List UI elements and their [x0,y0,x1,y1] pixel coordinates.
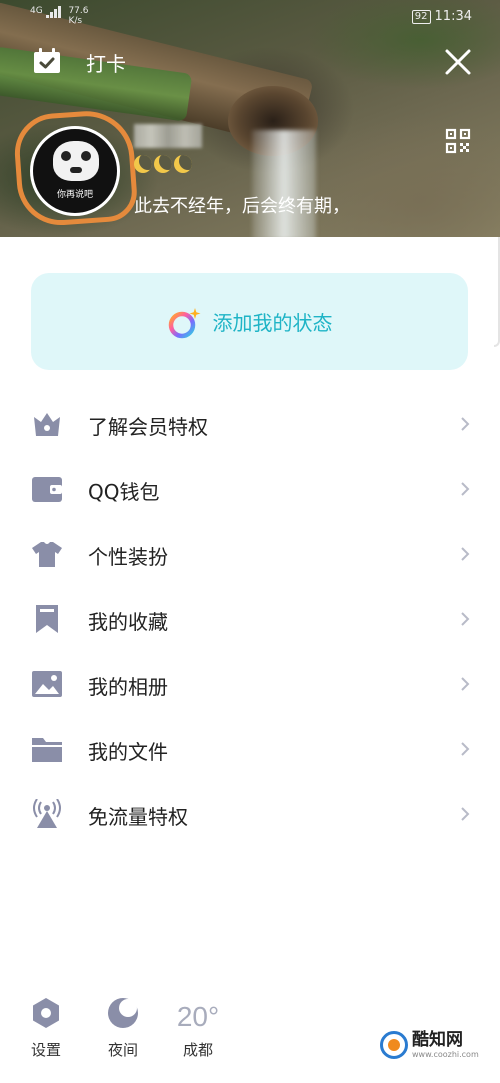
menu-item-favorites[interactable]: 我的收藏 [0,587,500,652]
menu-item-label: 我的收藏 [88,610,168,634]
settings-label: 设置 [30,1041,61,1059]
menu-item-label: QQ钱包 [88,480,160,504]
settings-hexagon-icon [33,998,59,1028]
watermark-text: 酷知网 www.coozhi.com [412,1030,479,1060]
watermark-name: 酷知网 [412,1030,463,1050]
status-network: 4G 77.6 K/s [30,6,89,26]
crown-icon [34,413,60,436]
chevron-right-icon [461,807,470,821]
profile-header: 4G 77.6 K/s 92 11:34 打卡 你再说吧 此去不经年，后会终有期… [0,0,500,237]
folder-icon [32,738,62,762]
calendar-check-icon[interactable] [33,48,61,74]
night-mode-label: 夜间 [107,1041,138,1059]
bookmark-icon [36,605,58,633]
chevron-right-icon [461,677,470,691]
menu-item-label: 了解会员特权 [88,415,208,439]
moon-icon [108,998,138,1028]
add-status-label: 添加我的状态 [212,311,333,335]
status-time: 11:34 [434,9,472,24]
chevron-right-icon [461,417,470,431]
level-moons[interactable] [134,155,192,173]
watermark-url: www.coozhi.com [412,1050,479,1059]
menu-item-label: 我的相册 [88,675,168,699]
meme-face-icon [53,141,99,181]
menu-item-vip[interactable]: 了解会员特权 [0,392,500,457]
battery-icon: 92 [411,9,431,24]
background-waterfall [252,130,316,237]
network-speed: 77.6 [68,6,89,16]
weather-city: 成都 [182,1041,213,1059]
wallet-icon [32,477,62,502]
network-type: 4G [30,6,43,16]
night-mode-button[interactable]: 夜间 [93,995,153,1060]
signal-icon [45,6,64,18]
chevron-right-icon [461,742,470,756]
menu-item-label: 个性装扮 [88,545,168,569]
chevron-right-icon [461,612,470,626]
status-bar: 4G 77.6 K/s 92 11:34 [0,0,500,34]
drawer-edge [494,237,500,347]
status-right: 92 11:34 [411,9,472,24]
nickname-blurred [134,124,202,148]
settings-button[interactable]: 设置 [16,995,76,1060]
moon-icon [174,155,192,173]
tshirt-icon [32,542,62,567]
add-status-button[interactable]: 添加我的状态 [31,273,468,370]
moon-icon [134,155,152,173]
weather-temperature: 20° [176,1001,220,1032]
menu-item-dressup[interactable]: 个性装扮 [0,522,500,587]
battery-level: 92 [414,10,428,22]
weather-button[interactable]: 20° 成都 [168,995,228,1060]
coozhi-logo-icon [380,1031,408,1059]
close-icon[interactable] [444,48,472,76]
avatar-caption: 你再说吧 [56,190,93,200]
qr-code-icon[interactable] [445,128,471,154]
photo-icon [32,671,62,697]
signature-text[interactable]: 此去不经年，后会终有期， [134,192,350,218]
signal-tower-icon [33,799,61,828]
chevron-right-icon [461,482,470,496]
menu-item-free-data[interactable]: 免流量特权 [0,782,500,847]
network-speed-box: 77.6 K/s [68,6,88,26]
menu-item-label: 免流量特权 [88,805,188,829]
menu-item-wallet[interactable]: QQ钱包 [0,457,500,522]
menu-item-label: 我的文件 [88,740,168,764]
status-ring-icon [168,307,200,338]
menu-item-files[interactable]: 我的文件 [0,717,500,782]
moon-icon [154,155,172,173]
checkin-label[interactable]: 打卡 [86,48,126,77]
network-speed-unit: K/s [68,16,83,26]
avatar[interactable]: 你再说吧 [30,126,120,216]
watermark: 酷知网 www.coozhi.com [380,1022,490,1068]
menu-item-album[interactable]: 我的相册 [0,652,500,717]
chevron-right-icon [461,547,470,561]
